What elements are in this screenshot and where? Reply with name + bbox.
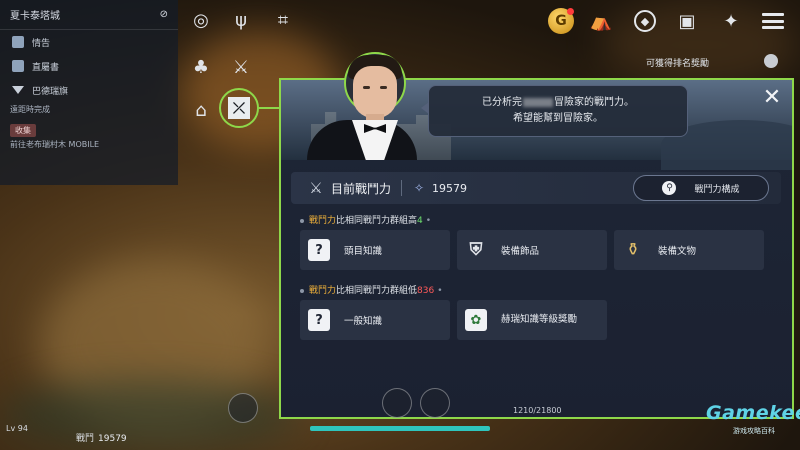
shield-icon: ◆ [634, 10, 656, 32]
quest-tag: 收集 [10, 124, 36, 137]
speech-line1-post: 冒險家的戰鬥力。 [554, 97, 634, 108]
quest-sub: 前往老布瑞村木 MOBILE [10, 140, 100, 149]
map-icon [12, 36, 24, 48]
currency-button[interactable]: G [546, 6, 576, 36]
card-label: 裝備文物 [658, 246, 697, 257]
card-label: 頭目知識 [344, 246, 383, 257]
tree-icon[interactable]: ♣ [188, 55, 214, 81]
power-gem-icon: ✧ [413, 181, 425, 195]
search-map-icon[interactable]: ◎ [188, 8, 214, 34]
power-composition-label: 戰鬥力構成 [694, 184, 740, 195]
power-card-general-knowledge[interactable]: ? 一般知識 [300, 300, 450, 340]
card-label: 裝備飾品 [501, 246, 540, 257]
quest-item-label: 巴德瑞旗 [32, 86, 69, 97]
npc-portrait [302, 52, 422, 160]
hamburger-icon [762, 13, 784, 29]
event-icon[interactable]: ✦ [716, 6, 746, 36]
npc-speech-bubble: 已分析完 冒險家的戰鬥力。 希望能幫到冒險家。 [421, 85, 688, 137]
redacted-name [523, 97, 553, 107]
level-indicator: Lv 94 [6, 424, 28, 433]
current-power-label: 目前戰鬥力 [331, 181, 392, 196]
scroll-icon [12, 60, 24, 72]
gamekee-subtitle: 游戏攻略百科 [733, 427, 775, 435]
gear-icon: ⛨ [469, 240, 483, 260]
crossed-swords-icon[interactable]: ⚔ [228, 55, 254, 81]
rank-reward-label: 可獲得排名獎勵 [646, 59, 710, 69]
combat-power-icon: ⤫ [228, 97, 250, 119]
current-power-value: 19579 [432, 181, 468, 195]
leaf-icon: ✿ [465, 309, 487, 331]
collapse-icon[interactable]: ⊘ [160, 9, 168, 20]
info-icon[interactable]: • [437, 286, 442, 296]
auto-combat-button[interactable] [228, 393, 258, 423]
info-icon[interactable] [764, 54, 778, 68]
divider [401, 180, 403, 196]
frame-icon[interactable]: ⌗ [270, 8, 296, 34]
house-icon[interactable]: ⌂ [188, 98, 214, 124]
book-icon: ? [308, 239, 330, 261]
torch-icon[interactable]: ψ [228, 8, 254, 34]
quest-item-label: 直屬書 [32, 62, 60, 73]
gamekee-logo: Gamekee [706, 402, 800, 424]
shop-icon[interactable]: ▣ [672, 6, 702, 36]
quest-title[interactable]: 夏卡泰塔城 ⊘ [0, 0, 178, 30]
quest-title-label: 夏卡泰塔城 [10, 11, 60, 22]
info-icon[interactable]: • [426, 216, 431, 226]
quest-item-label: 情告 [32, 38, 51, 49]
speech-line1-pre: 已分析完 [482, 97, 522, 108]
quest-item[interactable]: 情告 [0, 30, 178, 54]
guild-button[interactable]: ◆ [630, 6, 660, 36]
power-card-equipment-accessory[interactable]: ⛨ 裝備飾品 [457, 230, 607, 270]
notification-dot [567, 8, 574, 15]
section-lower-label: 戰鬥力比相同戰鬥力群組低836 • [300, 283, 443, 296]
exp-bar [310, 426, 490, 431]
speech-line2: 希望能幫到冒險家。 [513, 113, 603, 124]
card-label: 赫瑞知識等級獎勵 [501, 314, 578, 325]
section-higher-label: 戰鬥力比相同戰鬥力群組高4 • [300, 213, 431, 226]
quest-item[interactable]: 直屬書 [0, 54, 178, 78]
power-composition-button[interactable]: ⚲ 戰鬥力構成 [633, 175, 769, 201]
current-power-bar: ⚔ 目前戰鬥力 ✧ 19579 ⚲ 戰鬥力構成 [291, 172, 781, 204]
camp-icon[interactable]: ⛺ [586, 6, 616, 36]
main-menu-button[interactable] [758, 6, 788, 36]
emote-button[interactable] [420, 388, 450, 418]
close-button[interactable]: ✕ [760, 86, 784, 110]
combat-power-menu-button[interactable]: ⤫ [219, 88, 259, 128]
highlight-connector [259, 107, 281, 109]
quest-item[interactable]: 巴德瑞旗 [0, 78, 178, 102]
quest-panel: 夏卡泰塔城 ⊘ 情告 直屬書 巴德瑞旗 遠距時完成 收集 前往老布瑞村木 MOB… [0, 0, 178, 185]
power-card-equipment-relic[interactable]: ⚱ 裝備文物 [614, 230, 764, 270]
quest-hint: 遠距時完成 [10, 105, 50, 114]
flag-icon [12, 86, 24, 94]
search-icon: ⚲ [662, 181, 677, 195]
bottom-power-display: 戰鬥 19579 [76, 434, 127, 444]
relic-icon: ⚱ [625, 240, 641, 260]
card-label: 一般知識 [344, 316, 383, 327]
power-card-knowledge-level-reward[interactable]: ✿ 赫瑞知識等級獎勵 [457, 300, 607, 340]
book-icon: ? [308, 309, 330, 331]
exp-value: 1210/21800 [513, 406, 562, 415]
skill-slot-button[interactable] [382, 388, 412, 418]
crossed-swords-icon: ⚔ [309, 179, 323, 197]
power-card-boss-knowledge[interactable]: ? 頭目知識 [300, 230, 450, 270]
